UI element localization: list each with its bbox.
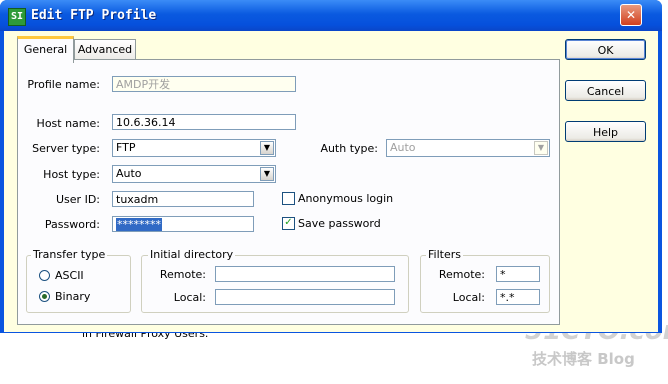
cancel-button[interactable]: Cancel bbox=[565, 80, 646, 101]
host-type-dropdown[interactable]: Auto ▼ bbox=[112, 165, 276, 183]
save-password-label: Save password bbox=[298, 217, 381, 230]
user-id-label: User ID: bbox=[56, 193, 100, 206]
transfer-type-group: Transfer type ASCII Binary bbox=[26, 248, 131, 313]
host-type-label: Host type: bbox=[43, 168, 100, 181]
filters-legend: Filters bbox=[426, 248, 463, 261]
ok-button[interactable]: OK bbox=[565, 39, 646, 60]
chevron-down-icon[interactable]: ▼ bbox=[260, 141, 274, 155]
filters-local-field[interactable]: *.* bbox=[496, 289, 540, 305]
password-label: Password: bbox=[44, 218, 100, 231]
initial-remote-field[interactable] bbox=[215, 266, 395, 282]
server-type-dropdown[interactable]: FTP ▼ bbox=[112, 139, 276, 157]
host-name-field[interactable]: 10.6.36.14 bbox=[112, 114, 296, 130]
auth-type-dropdown[interactable]: Auto ▼ bbox=[386, 139, 550, 157]
auth-type-value: Auto bbox=[390, 141, 416, 154]
general-tab-panel: Profile name: AMDP开发 Host name: 10.6.36.… bbox=[17, 59, 560, 325]
initial-directory-group: Initial directory Remote: Local: bbox=[141, 248, 409, 313]
initial-remote-label: Remote: bbox=[159, 268, 206, 281]
transfer-type-legend: Transfer type bbox=[31, 248, 108, 261]
user-id-field[interactable]: tuxadm bbox=[112, 191, 254, 207]
tab-general[interactable]: General bbox=[17, 36, 74, 63]
filters-local-label: Local: bbox=[452, 291, 485, 304]
window-title: Edit FTP Profile bbox=[31, 8, 157, 23]
watermark-sub: 技术博客 Blog bbox=[532, 350, 635, 368]
initial-directory-legend: Initial directory bbox=[148, 248, 236, 261]
ascii-radio[interactable] bbox=[39, 270, 50, 281]
anonymous-login-label: Anonymous login bbox=[298, 192, 394, 205]
host-type-value: Auto bbox=[116, 167, 142, 180]
close-icon[interactable]: ✕ bbox=[620, 4, 642, 26]
ascii-label: ASCII bbox=[55, 269, 84, 282]
profile-name-label: Profile name: bbox=[27, 78, 100, 91]
filters-remote-field[interactable]: * bbox=[496, 266, 540, 282]
app-icon: SI bbox=[8, 8, 26, 26]
password-field[interactable]: ******** bbox=[112, 216, 254, 232]
host-name-label: Host name: bbox=[36, 117, 100, 130]
server-type-value: FTP bbox=[116, 141, 136, 154]
binary-label: Binary bbox=[55, 290, 91, 303]
tab-advanced[interactable]: Advanced bbox=[74, 39, 136, 60]
anonymous-login-checkbox[interactable] bbox=[282, 192, 295, 205]
auth-type-label: Auth type: bbox=[320, 142, 378, 155]
dialog-window: SI Edit FTP Profile ✕ General Advanced P… bbox=[0, 0, 662, 333]
filters-group: Filters Remote: * Local: *.* bbox=[420, 248, 550, 313]
dialog-client-area: General Advanced Profile name: AMDP开发 Ho… bbox=[4, 31, 658, 332]
server-type-label: Server type: bbox=[32, 142, 100, 155]
filters-remote-label: Remote: bbox=[438, 268, 485, 281]
title-bar[interactable]: SI Edit FTP Profile ✕ bbox=[0, 0, 662, 31]
help-button[interactable]: Help bbox=[565, 121, 646, 142]
chevron-down-icon[interactable]: ▼ bbox=[534, 141, 548, 155]
initial-local-label: Local: bbox=[173, 291, 206, 304]
initial-local-field[interactable] bbox=[215, 289, 395, 305]
password-value: ******** bbox=[116, 218, 162, 231]
profile-name-field[interactable]: AMDP开发 bbox=[112, 76, 296, 92]
binary-radio[interactable] bbox=[39, 291, 50, 302]
save-password-checkbox[interactable]: ✓ bbox=[282, 217, 295, 230]
chevron-down-icon[interactable]: ▼ bbox=[260, 167, 274, 181]
